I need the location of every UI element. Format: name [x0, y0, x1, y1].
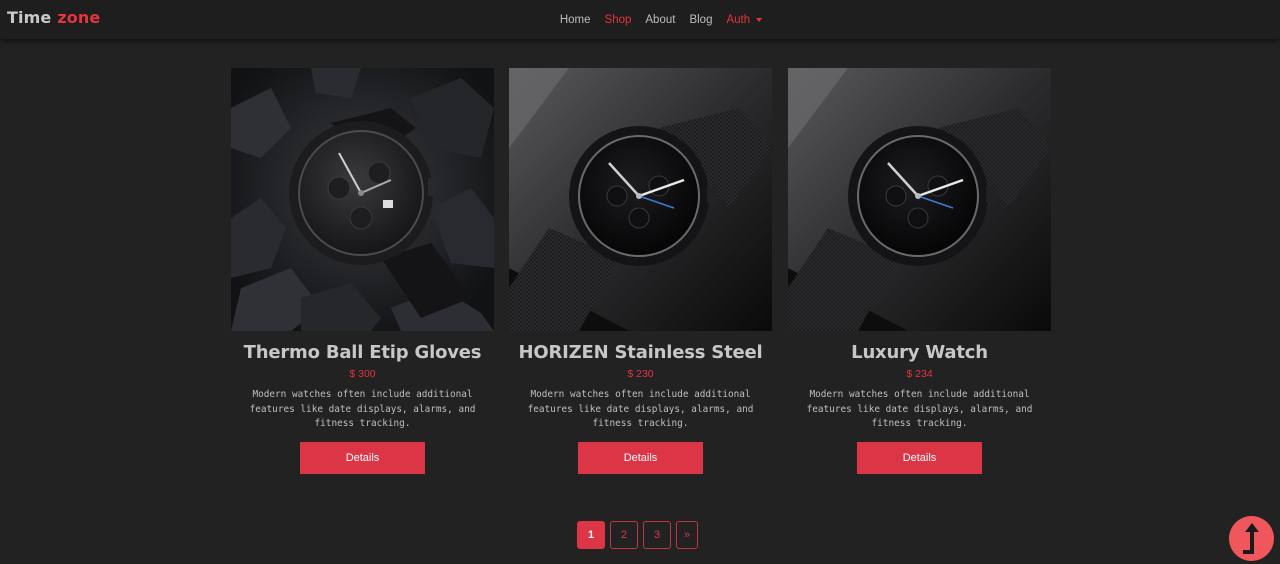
- pagination: 1 2 3 »: [577, 521, 698, 549]
- details-button[interactable]: Details: [578, 442, 703, 474]
- product-price: $ 230: [627, 368, 654, 380]
- nav-about[interactable]: About: [645, 14, 675, 26]
- product-description: Modern watches often include additional …: [806, 389, 1033, 429]
- details-button[interactable]: Details: [300, 442, 425, 474]
- page-1-button[interactable]: 1: [577, 521, 605, 549]
- navbar: Time zone Home Shop About Blog Auth: [0, 0, 1280, 39]
- product-image-watch-on-rocks[interactable]: [231, 68, 494, 331]
- product-image-luxury-watch[interactable]: [788, 68, 1051, 331]
- product-image-watch-mesh-strap[interactable]: [509, 68, 772, 331]
- main-nav: Home Shop About Blog Auth: [0, 0, 1280, 39]
- product-card: Thermo Ball Etip Gloves $ 300 Modern wat…: [231, 68, 494, 474]
- product-title: Thermo Ball Etip Gloves: [243, 342, 482, 363]
- product-price: $ 300: [349, 368, 376, 380]
- product-card: HORIZEN Stainless Steel $ 230 Modern wat…: [509, 68, 772, 474]
- caret-down-icon: [756, 17, 763, 22]
- product-description: Modern watches often include additional …: [527, 389, 754, 429]
- nav-blog[interactable]: Blog: [689, 14, 712, 26]
- product-title: Luxury Watch: [851, 342, 988, 363]
- product-title: HORIZEN Stainless Steel: [518, 342, 763, 363]
- page-2-button[interactable]: 2: [610, 521, 638, 549]
- product-card: Luxury Watch $ 234 Modern watches often …: [788, 68, 1051, 474]
- arrow-up-icon: [1243, 523, 1259, 554]
- scroll-top-button[interactable]: [1229, 516, 1274, 561]
- product-description: Modern watches often include additional …: [249, 389, 476, 429]
- product-price: $ 234: [906, 368, 933, 380]
- nav-auth-label: Auth: [726, 13, 751, 26]
- next-page-button[interactable]: »: [676, 521, 698, 549]
- page-3-button[interactable]: 3: [643, 521, 671, 549]
- nav-shop[interactable]: Shop: [605, 14, 632, 26]
- nav-home[interactable]: Home: [560, 14, 591, 26]
- nav-auth-dropdown[interactable]: Auth: [726, 13, 763, 26]
- details-button[interactable]: Details: [857, 442, 982, 474]
